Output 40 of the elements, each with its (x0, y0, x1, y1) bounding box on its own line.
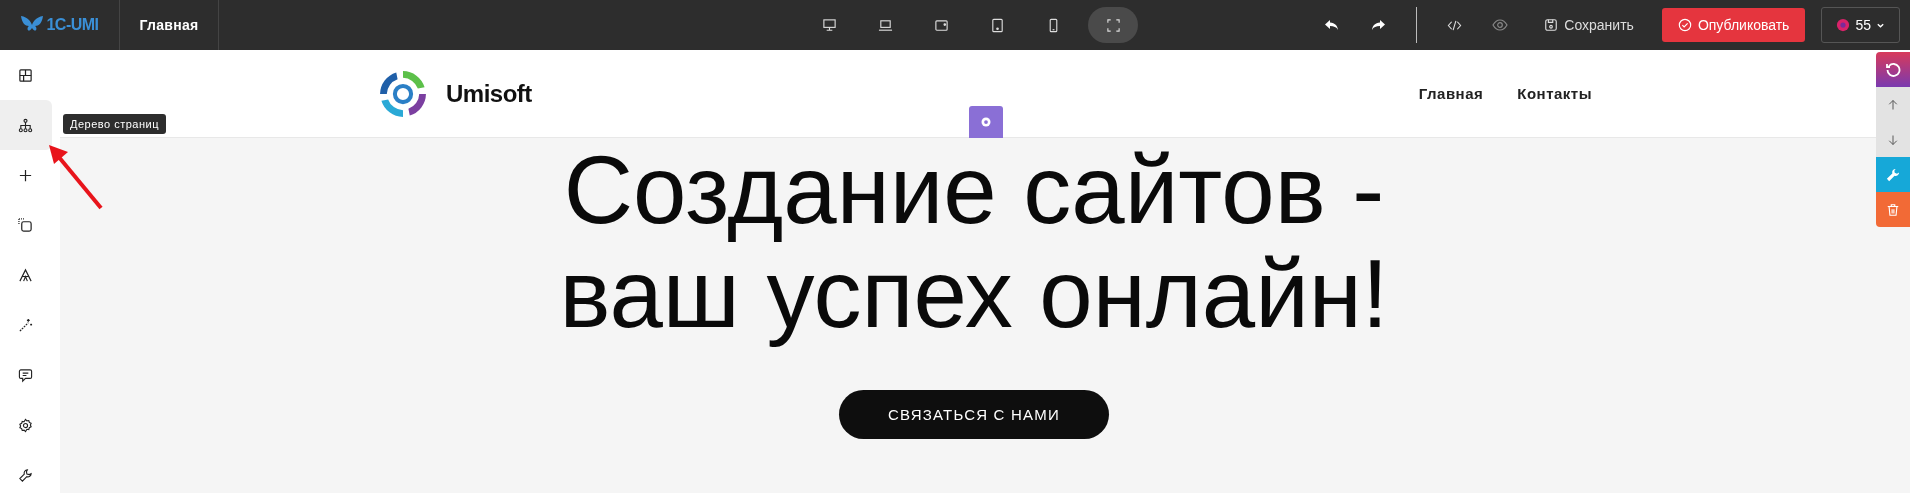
delete-button[interactable] (1876, 192, 1910, 227)
magic-wand-icon (17, 317, 33, 333)
arrow-down-icon (1887, 133, 1899, 146)
block-settings-button[interactable] (969, 106, 1003, 138)
tablet-icon (989, 17, 1005, 33)
avatar-icon (1836, 18, 1851, 32)
wrench-button[interactable] (1876, 157, 1910, 192)
publish-button[interactable]: Опубликовать (1661, 8, 1806, 42)
account-button[interactable]: 55 (1821, 7, 1900, 43)
nav-link[interactable]: Контакты (1517, 85, 1592, 102)
arrow-up-icon (1887, 98, 1899, 111)
rotate-icon (1885, 61, 1901, 78)
wrench-icon (1886, 167, 1900, 182)
plus-icon (17, 167, 33, 183)
monitor-icon (821, 17, 837, 33)
fullscreen-view-button[interactable] (1088, 7, 1138, 43)
contact-button[interactable]: СВЯЗАТЬСЯ С НАМИ (839, 390, 1109, 439)
font-icon (17, 267, 33, 283)
laptop-icon (877, 17, 893, 33)
tree-tool-button[interactable] (0, 100, 52, 150)
wrench-icon (17, 467, 33, 483)
hero-title: Создание сайтов - ваш успех онлайн! (559, 138, 1389, 346)
trash-icon (1886, 202, 1900, 217)
layout-icon (17, 67, 33, 83)
eye-icon[interactable] (1492, 17, 1509, 33)
settings-icon (17, 417, 33, 433)
reset-button[interactable] (1876, 52, 1910, 87)
chat-icon (17, 367, 33, 383)
save-button[interactable]: Сохранить (1538, 16, 1640, 34)
settings-icon (980, 116, 992, 128)
tooltip: Дерево страниц (63, 114, 166, 134)
logo-text: 1C-UMI (46, 16, 99, 34)
tablet-landscape-icon (933, 17, 949, 33)
sitemap-icon (17, 117, 33, 133)
fullscreen-icon (1105, 17, 1121, 33)
brand-name: Umisoft (446, 79, 532, 108)
square-icon (17, 217, 33, 233)
nav-link[interactable]: Главная (1418, 85, 1484, 102)
page-name[interactable]: Главная (139, 17, 199, 33)
check-circle-icon (1677, 18, 1692, 32)
